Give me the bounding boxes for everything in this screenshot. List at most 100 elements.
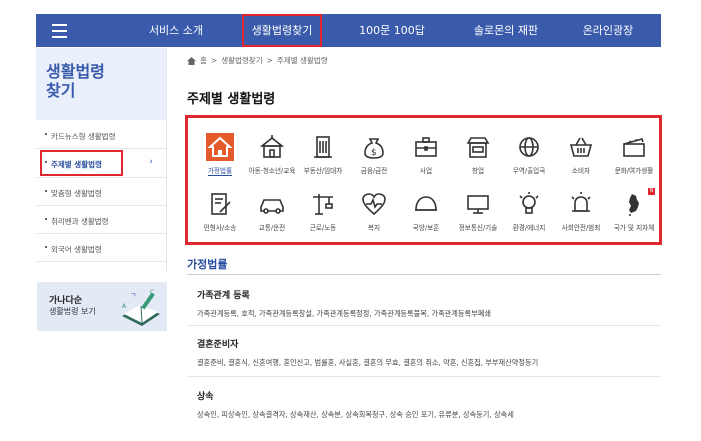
topic-welfare[interactable]: 복지 [348, 186, 400, 242]
topic-label: 금융/금전 [360, 167, 388, 175]
new-badge: N [648, 188, 655, 195]
banner-title: 가나다순 [49, 296, 83, 306]
sidebar-header: 생활법령 찾기 [36, 48, 166, 120]
home-icon [206, 133, 234, 161]
topic-label: 복지 [367, 224, 381, 232]
sidebar-title-line2: 찾기 [46, 81, 76, 100]
building-icon [314, 136, 332, 158]
topic-label: 민형사/소송 [203, 224, 237, 232]
svg-text:ㄱ: ㄱ [130, 291, 136, 299]
topic-consumer[interactable]: 소비자 [555, 129, 607, 185]
heart-pulse-icon [362, 193, 386, 216]
book-pen-illustration-icon: ㄱ C A [122, 289, 160, 326]
topic-trade-immigration[interactable]: 무역/출입국 [503, 129, 555, 185]
sidebar-divider [36, 148, 167, 149]
svg-text:A: A [122, 303, 127, 310]
svg-text:C: C [150, 289, 154, 296]
topic-grid: 가정법률 아동·청소년/교육 부동산/임대차 $ 금융/금전 사업 창업 무역/… [185, 115, 662, 245]
sidebar-item-label: 카드뉴스형 생활법령 [51, 132, 116, 141]
topic-startup[interactable]: 창업 [452, 129, 504, 185]
topic-label: 정보통신/기술 [458, 224, 498, 232]
topic-label: 무역/출입국 [512, 167, 546, 175]
basket-icon [569, 137, 593, 157]
topic-label: 국가 및 지자체 [613, 224, 655, 232]
entry-keywords: 상속인, 피상속인, 상속결격자, 상속재산, 상속분, 상속회복청구, 상속 … [197, 410, 514, 419]
entry-divider [187, 376, 661, 377]
entry-title: 결혼준비자 [197, 340, 239, 350]
topic-business[interactable]: 사업 [400, 129, 452, 185]
lightbulb-icon [519, 192, 539, 214]
topic-civil-criminal[interactable]: 민형사/소송 [194, 186, 246, 242]
sidebar-title-line1: 생활법령 [46, 62, 105, 81]
topic-culture-leisure[interactable]: 문화/여가생활 [608, 129, 660, 185]
nav-item-service-intro[interactable]: 서비스 소개 [132, 14, 220, 47]
sidebar-active-highlight [40, 150, 123, 176]
topic-safety-crime[interactable]: 사회안전/범죄 [555, 186, 607, 242]
money-bag-icon: $ [364, 138, 384, 159]
home-icon[interactable] [187, 56, 196, 65]
svg-text:$: $ [371, 148, 377, 158]
breadcrumb-home[interactable]: 홈 [200, 55, 207, 66]
nav-item-solomon-trial[interactable]: 솔로몬의 재판 [456, 14, 556, 47]
breadcrumb-separator: > [210, 56, 218, 65]
clapperboard-icon [623, 138, 645, 157]
topic-label: 근로/노동 [309, 224, 337, 232]
topic-labor[interactable]: 근로/노동 [297, 186, 349, 242]
breadcrumb-separator: > [266, 56, 273, 65]
topic-ict[interactable]: 정보통신/기술 [452, 186, 504, 242]
sidebar-item-label: 취리벤과 생활법령 [51, 217, 109, 226]
topic-state-local-gov[interactable]: N 국가 및 지자체 [608, 186, 660, 242]
menu-hamburger-icon[interactable] [36, 14, 82, 47]
topic-label: 교통/운전 [258, 224, 286, 232]
document-pen-icon [211, 193, 231, 215]
entry-title: 상속 [197, 392, 214, 402]
school-icon [259, 135, 285, 158]
breadcrumb-life-law[interactable]: 생활법령찾기 [221, 55, 262, 66]
nav-item-online-plaza[interactable]: 온라인광장 [566, 14, 650, 47]
crane-icon [313, 194, 333, 215]
topic-label: 환경/에너지 [512, 224, 546, 232]
briefcase-icon [415, 137, 437, 157]
sidebar-item-vulnerable-law[interactable]: 취리벤과 생활법령 [36, 211, 167, 231]
sidebar-divider [36, 205, 167, 206]
topic-finance[interactable]: $ 금융/금전 [348, 129, 400, 185]
entry-title: 가족관계 등록 [197, 291, 250, 301]
nav-item-life-law-search[interactable]: 생활법령찾기 [242, 14, 322, 47]
law-entry-inheritance[interactable]: 상속 상속인, 피상속인, 상속결격자, 상속재산, 상속분, 상속회복청구, … [197, 389, 657, 420]
category-divider [187, 274, 661, 275]
nav-item-100-qa[interactable]: 100문 100답 [348, 14, 436, 47]
law-entry-marriage-prep[interactable]: 결혼준비자 결혼준비, 결혼식, 신혼여행, 혼인신고, 범률혼, 사실혼, 결… [197, 337, 657, 368]
sidebar-item-label: 맞춤형 생활법령 [51, 189, 102, 198]
topic-label: 사업 [419, 167, 433, 175]
topic-defense[interactable]: 국방/보훈 [400, 186, 452, 242]
law-entry-family-registration[interactable]: 가족관계 등록 가족관계등록, 호적, 가족관계등록창설, 가족관계등록정정, … [197, 288, 657, 319]
breadcrumb: 홈 > 생활법령찾기 > 주제별 생활법령 [187, 55, 328, 66]
store-icon [466, 137, 490, 158]
sidebar-item-custom-law[interactable]: 맞춤형 생활법령 [36, 183, 167, 203]
topic-child-education[interactable]: 아동·청소년/교육 [246, 129, 298, 185]
sidebar-item-label: 외국어 생활법령 [51, 245, 102, 254]
topic-real-estate[interactable]: 부동산/임대차 [297, 129, 349, 185]
topic-environment-energy[interactable]: 환경/에너지 [503, 186, 555, 242]
sidebar-divider [36, 233, 167, 234]
globe-icon [519, 137, 539, 157]
korea-map-icon [629, 194, 639, 216]
entry-keywords: 가족관계등록, 호적, 가족관계등록창설, 가족관계등록정정, 가족관계등록불복… [197, 309, 491, 318]
entry-keywords: 결혼준비, 결혼식, 신혼여행, 혼인신고, 범률혼, 사실혼, 결혼의 무효,… [197, 358, 539, 367]
sidebar-item-foreign-language-law[interactable]: 외국어 생활법령 [36, 239, 167, 259]
chevron-right-icon: › [149, 157, 153, 167]
siren-icon [571, 192, 591, 212]
helmet-icon [415, 196, 437, 211]
topic-label: 아동·청소년/교육 [248, 167, 296, 175]
topic-label: 소비자 [571, 167, 591, 175]
entry-divider [187, 325, 661, 326]
sidebar-divider [36, 177, 167, 178]
topic-traffic-driving[interactable]: 교통/운전 [246, 186, 298, 242]
topic-family-law[interactable]: 가정법률 [194, 129, 246, 185]
topic-label: 창업 [471, 167, 485, 175]
topic-label: 부동산/임대차 [303, 167, 343, 175]
sidebar-item-cardnews[interactable]: 카드뉴스형 생활법령 [36, 126, 167, 146]
topic-label: 국방/보훈 [412, 224, 440, 232]
alphabetical-law-banner[interactable]: 가나다순 생활법령 보기 ㄱ C A [37, 282, 167, 331]
topic-label: 사회안전/범죄 [561, 224, 601, 232]
